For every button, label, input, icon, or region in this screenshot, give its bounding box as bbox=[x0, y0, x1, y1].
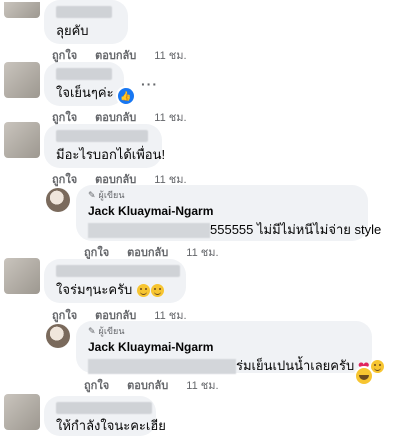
timestamp[interactable]: 11 ชม. bbox=[154, 46, 186, 64]
comment-bubble: มีอะไรบอกได้เพื่อน! bbox=[44, 124, 166, 168]
reply-bubble: ✎ ผู้เขียน Jack Kluaymai-Ngarm 555555 ไม… bbox=[76, 185, 381, 241]
author-badge: ✎ ผู้เขียน bbox=[88, 326, 360, 337]
author-badge-label: ผู้เขียน bbox=[98, 190, 125, 200]
avatar[interactable] bbox=[4, 2, 40, 18]
pen-icon: ✎ bbox=[88, 326, 96, 336]
avatar[interactable] bbox=[4, 122, 40, 158]
author-badge-label: ผู้เขียน bbox=[98, 326, 125, 336]
author-avatar[interactable] bbox=[46, 188, 70, 212]
comment-text: ให้กำลังใจนะคะเฮีย bbox=[56, 418, 166, 433]
commenter-name-redacted[interactable] bbox=[56, 130, 148, 142]
reply-text: 555555 ไม่มีไม่หนีไม่จ่าย style bbox=[210, 222, 382, 237]
like-button[interactable]: ถูกใจ bbox=[52, 170, 77, 188]
reply-bubble: ✎ ผู้เขียน Jack Kluaymai-Ngarm ร่มเย็นเป… bbox=[76, 321, 384, 375]
comment-text: ใจร่มๆนะครับ bbox=[56, 282, 164, 298]
reply-actions: ถูกใจ ตอบกลับ 11 ชม. bbox=[84, 376, 219, 394]
reply-text-line: ร่มเย็นเปนน้ำเลยครับ ❤ bbox=[88, 358, 384, 375]
like-button[interactable]: ถูกใจ bbox=[84, 376, 109, 394]
commenter-name-redacted[interactable] bbox=[56, 402, 152, 414]
author-name[interactable]: Jack Kluaymai-Ngarm bbox=[88, 340, 360, 355]
pen-icon: ✎ bbox=[88, 190, 96, 200]
mention-redacted[interactable] bbox=[88, 359, 236, 375]
timestamp[interactable]: 11 ชม. bbox=[186, 376, 218, 394]
reply-button[interactable]: ตอบกลับ bbox=[127, 376, 168, 394]
comment-bubble: ใจร่มๆนะครับ bbox=[44, 259, 186, 303]
haha-reaction-icon[interactable] bbox=[354, 366, 374, 386]
author-name[interactable]: Jack Kluaymai-Ngarm bbox=[88, 204, 356, 219]
timestamp[interactable]: 11 ชม. bbox=[154, 108, 186, 126]
reply-text: ร่มเย็นเปนน้ำเลยครับ bbox=[236, 358, 355, 373]
commenter-name-redacted[interactable] bbox=[56, 6, 112, 18]
comment-bubble: ลุยคับ bbox=[44, 0, 128, 44]
avatar[interactable] bbox=[4, 62, 40, 98]
author-badge: ✎ ผู้เขียน bbox=[88, 190, 356, 201]
comment-bubble: ให้กำลังใจนะคะเฮีย bbox=[44, 396, 166, 436]
avatar[interactable] bbox=[4, 394, 40, 430]
grin-emoji-icon bbox=[136, 284, 150, 298]
like-reaction-icon[interactable]: 👍 bbox=[116, 86, 136, 106]
commenter-name-redacted[interactable] bbox=[56, 68, 112, 80]
commenter-name-redacted[interactable] bbox=[56, 265, 180, 277]
grin-emoji-icon bbox=[150, 284, 164, 298]
comment-text: ใจเย็นๆค่ะ bbox=[56, 85, 114, 100]
comment-text: มีอะไรบอกได้เพื่อน! bbox=[56, 147, 166, 162]
timestamp[interactable]: 11 ชม. bbox=[186, 243, 218, 261]
avatar[interactable] bbox=[4, 258, 40, 294]
author-avatar[interactable] bbox=[46, 324, 70, 348]
comment-text: ลุยคับ bbox=[56, 23, 89, 38]
reply-text-line: 555555 ไม่มีไม่หนีไม่จ่าย style bbox=[88, 222, 381, 239]
mention-redacted[interactable] bbox=[88, 223, 210, 239]
comment-text-content: ใจร่มๆนะครับ bbox=[56, 282, 133, 297]
like-button[interactable]: ถูกใจ bbox=[52, 306, 77, 324]
comment-bubble: ใจเย็นๆค่ะ bbox=[44, 62, 124, 106]
more-options-icon[interactable]: ··· bbox=[141, 76, 158, 92]
